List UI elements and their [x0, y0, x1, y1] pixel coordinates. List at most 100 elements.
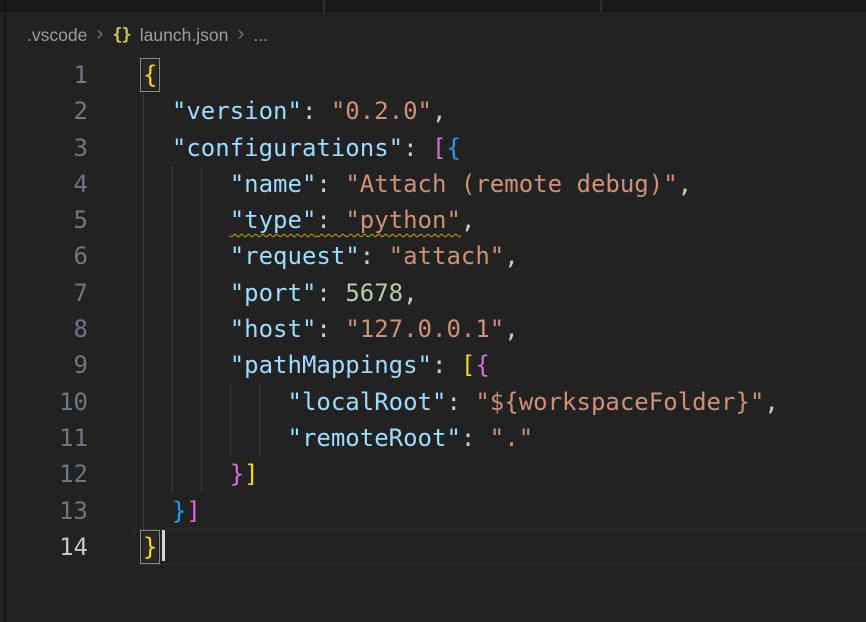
indent-guide [201, 420, 202, 456]
indent-guide [201, 347, 202, 383]
code-token: ] [186, 497, 200, 525]
indent-guide [201, 238, 202, 274]
code-token [143, 424, 288, 452]
code-line[interactable]: 4 "name": "Attach (remote debug)", [6, 166, 866, 202]
line-number[interactable]: 1 [6, 57, 88, 93]
breadcrumb-item-folder[interactable]: .vscode [27, 25, 87, 46]
indent-guide [201, 202, 202, 238]
indent-guide [172, 456, 173, 492]
editor[interactable]: 1{2 "version": "0.2.0",3 "configurations… [6, 57, 866, 622]
line-number[interactable]: 6 [6, 238, 88, 274]
tab-divider [600, 0, 602, 12]
line-number[interactable]: 13 [6, 493, 88, 529]
code-token: "0.2.0" [331, 97, 432, 125]
code-token: , [461, 206, 475, 234]
json-braces-icon: {} [112, 25, 130, 45]
code-token: , [432, 97, 446, 125]
breadcrumb-item-file[interactable]: launch.json [140, 25, 229, 46]
code-content: { [143, 57, 157, 93]
chevron-right-icon: › [96, 23, 103, 44]
code-content: "localRoot": "${workspaceFolder}", [143, 384, 779, 420]
code-token: "pathMappings" [230, 351, 432, 379]
code-line[interactable]: 11 "remoteRoot": "." [6, 420, 866, 456]
code-token: "Attach (remote debug)" [345, 170, 677, 198]
chevron-right-icon: › [237, 23, 244, 44]
code-line[interactable]: 8 "host": "127.0.0.1", [6, 311, 866, 347]
code-line[interactable]: 6 "request": "attach", [6, 238, 866, 274]
line-number[interactable]: 10 [6, 384, 88, 420]
line-number[interactable]: 5 [6, 202, 88, 238]
indent-guide [172, 238, 173, 274]
code-token: [ [461, 351, 475, 379]
code-token [143, 315, 230, 343]
indent-guide [201, 311, 202, 347]
indent-guide [143, 311, 144, 347]
indent-guide [143, 130, 144, 166]
indent-guide [143, 384, 144, 420]
line-number[interactable]: 11 [6, 420, 88, 456]
code-line[interactable]: 10 "localRoot": "${workspaceFolder}", [6, 384, 866, 420]
code-token [143, 497, 172, 525]
code-token: } [143, 533, 157, 561]
code-line[interactable]: 13 }] [6, 493, 866, 529]
code-line[interactable]: 14} [6, 529, 866, 565]
code-token: : [360, 242, 389, 270]
code-content: "host": "127.0.0.1", [143, 311, 519, 347]
code-token: "localRoot" [288, 388, 447, 416]
indent-guide [143, 166, 144, 202]
code-token: "version" [172, 97, 302, 125]
code-token: "." [490, 424, 533, 452]
code-content: "request": "attach", [143, 238, 519, 274]
code-content: "port": 5678, [143, 275, 418, 311]
code-token [143, 170, 230, 198]
line-number[interactable]: 4 [6, 166, 88, 202]
indent-guide [172, 347, 173, 383]
code-token: "type" [230, 206, 317, 234]
indent-guide [172, 166, 173, 202]
line-number[interactable]: 2 [6, 93, 88, 129]
code-token: : [316, 279, 345, 307]
breadcrumb-item-symbol[interactable]: ... [253, 25, 268, 46]
code-line[interactable]: 3 "configurations": [{ [6, 130, 866, 166]
line-number[interactable]: 9 [6, 347, 88, 383]
line-number[interactable]: 7 [6, 275, 88, 311]
indent-guide [143, 493, 144, 529]
line-number[interactable]: 8 [6, 311, 88, 347]
code-token: , [504, 315, 518, 343]
indent-guide [143, 238, 144, 274]
code-line[interactable]: 2 "version": "0.2.0", [6, 93, 866, 129]
line-number[interactable]: 14 [6, 529, 88, 565]
line-number[interactable]: 12 [6, 456, 88, 492]
indent-guide [201, 384, 202, 420]
code-token: "${workspaceFolder}" [475, 388, 764, 416]
text-cursor [162, 530, 165, 561]
code-token: : [432, 351, 461, 379]
code-line[interactable]: 5 "type": "python", [6, 202, 866, 238]
tab-bar[interactable] [0, 0, 866, 12]
indent-guide [201, 275, 202, 311]
code-token: : [316, 170, 345, 198]
code-token: ] [244, 460, 258, 488]
indent-guide [143, 202, 144, 238]
code-token: "remoteRoot" [288, 424, 461, 452]
line-number[interactable]: 3 [6, 130, 88, 166]
code-content: "name": "Attach (remote debug)", [143, 166, 692, 202]
indent-guide [143, 347, 144, 383]
code-token: } [230, 460, 244, 488]
code-content: }] [143, 456, 259, 492]
indent-guide [172, 420, 173, 456]
code-line[interactable]: 9 "pathMappings": [{ [6, 347, 866, 383]
code-content: "pathMappings": [{ [143, 347, 490, 383]
indent-guide [143, 93, 144, 129]
code-token: "python" [345, 206, 461, 234]
code-token: "request" [230, 242, 360, 270]
indent-guide [172, 384, 173, 420]
code-content: "configurations": [{ [143, 130, 461, 166]
code-line[interactable]: 12 }] [6, 456, 866, 492]
code-line[interactable]: 1{ [6, 57, 866, 93]
code-token: "attach" [389, 242, 505, 270]
code-line[interactable]: 7 "port": 5678, [6, 275, 866, 311]
indent-guide [259, 384, 260, 420]
code-token: { [446, 134, 460, 162]
indent-guide [230, 384, 231, 420]
